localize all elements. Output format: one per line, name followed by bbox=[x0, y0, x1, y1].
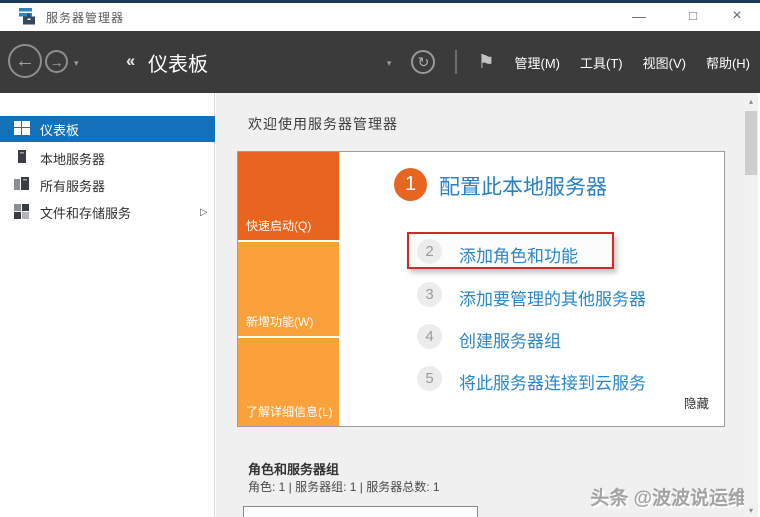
step-number-badge: 2 bbox=[417, 239, 442, 264]
tile-learn-more[interactable]: 了解详细信息(L) bbox=[238, 338, 339, 426]
link-connect-to-cloud-services[interactable]: 将此服务器连接到云服务 bbox=[459, 369, 646, 394]
back-icon[interactable]: ← bbox=[8, 44, 42, 78]
tile-quick-start[interactable]: 快速启动(Q) bbox=[238, 152, 339, 240]
navigation-bar: ← → ▾ ‹‹ 仪表板 ▾ ↻ ⚑ 管理(M) 工具(T) 视图(V) 帮助(… bbox=[0, 31, 760, 93]
forward-icon[interactable]: → bbox=[45, 50, 68, 73]
welcome-panel: 快速启动(Q) 新增功能(W) 了解详细信息(L) 1 配置此本地服务器 2 添… bbox=[237, 151, 725, 427]
roles-section-title: 角色和服务器组 bbox=[248, 462, 340, 477]
scroll-down-icon[interactable]: ▾ bbox=[744, 504, 758, 517]
step-number-badge: 5 bbox=[417, 366, 442, 391]
menu-tools[interactable]: 工具(T) bbox=[580, 53, 623, 72]
sidebar-item-dashboard[interactable]: 仪表板 bbox=[0, 116, 215, 142]
maximize-button[interactable]: □ bbox=[676, 3, 710, 29]
local-server-icon bbox=[14, 150, 30, 168]
link-add-roles-and-features[interactable]: 添加角色和功能 bbox=[459, 242, 578, 267]
refresh-icon[interactable]: ↻ bbox=[411, 50, 436, 74]
sidebar-item-local-server[interactable]: 本地服务器 bbox=[0, 145, 215, 171]
all-servers-icon bbox=[14, 177, 30, 195]
menu-help[interactable]: 帮助(H) bbox=[706, 53, 750, 72]
step-number-badge: 4 bbox=[417, 324, 442, 349]
titlebar: 服务器管理器 — □ × bbox=[0, 3, 760, 31]
watermark: 头条 @波波说运维 bbox=[590, 488, 747, 509]
hide-link[interactable]: 隐藏 bbox=[684, 393, 709, 412]
step-number-badge: 1 bbox=[394, 168, 427, 201]
breadcrumb: 仪表板 bbox=[148, 54, 208, 76]
dashboard-grid-icon bbox=[14, 121, 30, 138]
menu-manage[interactable]: 管理(M) bbox=[515, 53, 561, 72]
window-title: 服务器管理器 bbox=[46, 11, 125, 25]
step-configure-local-server: 配置此本地服务器 bbox=[439, 176, 607, 199]
roles-group-box bbox=[243, 506, 478, 517]
sidebar: 仪表板 本地服务器 所有服务器 文件和存储服务 ▷ bbox=[0, 93, 215, 517]
menu-view[interactable]: 视图(V) bbox=[643, 53, 686, 72]
tile-label: 了解详细信息(L) bbox=[246, 405, 333, 419]
roles-section-summary: 角色: 1 | 服务器组: 1 | 服务器总数: 1 bbox=[248, 480, 440, 494]
sidebar-item-label: 文件和存储服务 bbox=[40, 205, 132, 221]
notifications-flag-icon[interactable]: ⚑ bbox=[477, 51, 494, 74]
minimize-button[interactable]: — bbox=[622, 3, 656, 29]
server-manager-app-icon bbox=[18, 7, 38, 27]
link-add-other-servers[interactable]: 添加要管理的其他服务器 bbox=[459, 285, 646, 310]
nav-separator bbox=[455, 50, 458, 74]
history-dropdown-icon[interactable]: ▾ bbox=[74, 58, 79, 69]
server-manager-window: 服务器管理器 — □ × ← → ▾ ‹‹ 仪表板 ▾ ↻ ⚑ 管理(M) 工具… bbox=[0, 0, 760, 517]
scope-dropdown-icon[interactable]: ▾ bbox=[387, 58, 392, 69]
tile-whats-new[interactable]: 新增功能(W) bbox=[238, 242, 339, 336]
file-storage-icon bbox=[14, 204, 30, 222]
link-create-server-group[interactable]: 创建服务器组 bbox=[459, 327, 561, 352]
sidebar-item-file-storage-services[interactable]: 文件和存储服务 ▷ bbox=[0, 199, 215, 225]
scrollbar-thumb[interactable] bbox=[745, 111, 757, 175]
scroll-up-icon[interactable]: ▴ bbox=[744, 95, 758, 109]
close-button[interactable]: × bbox=[720, 3, 754, 29]
vertical-scrollbar[interactable]: ▴ ▾ bbox=[744, 93, 758, 517]
sidebar-item-label: 本地服务器 bbox=[40, 151, 106, 167]
sidebar-item-label: 所有服务器 bbox=[40, 178, 106, 194]
tile-label: 新增功能(W) bbox=[246, 315, 314, 329]
step-number-badge: 3 bbox=[417, 282, 442, 307]
breadcrumb-chevrons-icon: ‹‹ bbox=[126, 51, 135, 70]
welcome-heading: 欢迎使用服务器管理器 bbox=[248, 116, 398, 132]
sidebar-item-all-servers[interactable]: 所有服务器 bbox=[0, 172, 215, 198]
sidebar-item-label: 仪表板 bbox=[40, 122, 80, 138]
expand-chevron-icon[interactable]: ▷ bbox=[200, 207, 208, 218]
tile-label: 快速启动(Q) bbox=[246, 219, 312, 233]
